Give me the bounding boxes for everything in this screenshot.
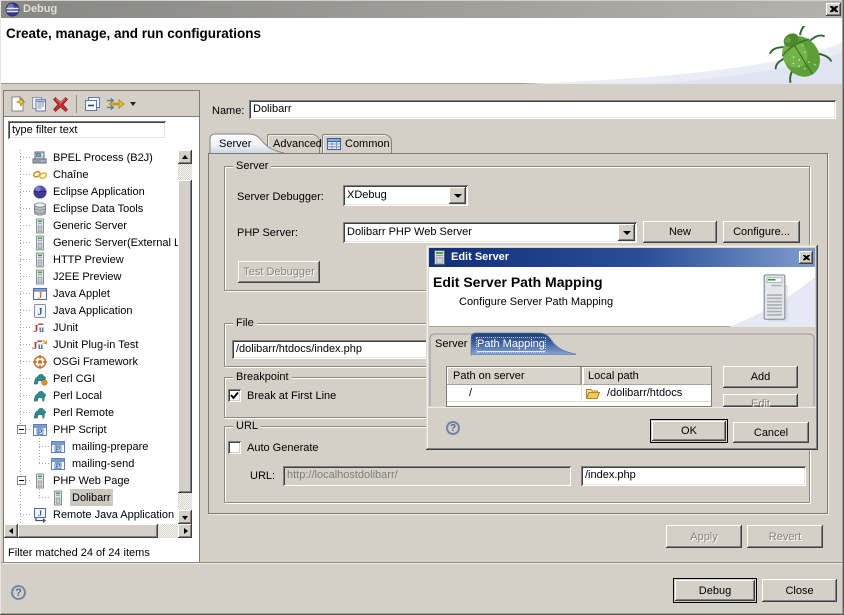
svg-text:u: u xyxy=(38,341,43,351)
svg-text:P: P xyxy=(56,462,61,469)
svg-text:J: J xyxy=(38,307,43,318)
svg-text:u: u xyxy=(39,324,44,334)
svg-text:P: P xyxy=(56,445,61,452)
svg-text:J: J xyxy=(38,290,43,300)
svg-text:J: J xyxy=(38,509,42,518)
